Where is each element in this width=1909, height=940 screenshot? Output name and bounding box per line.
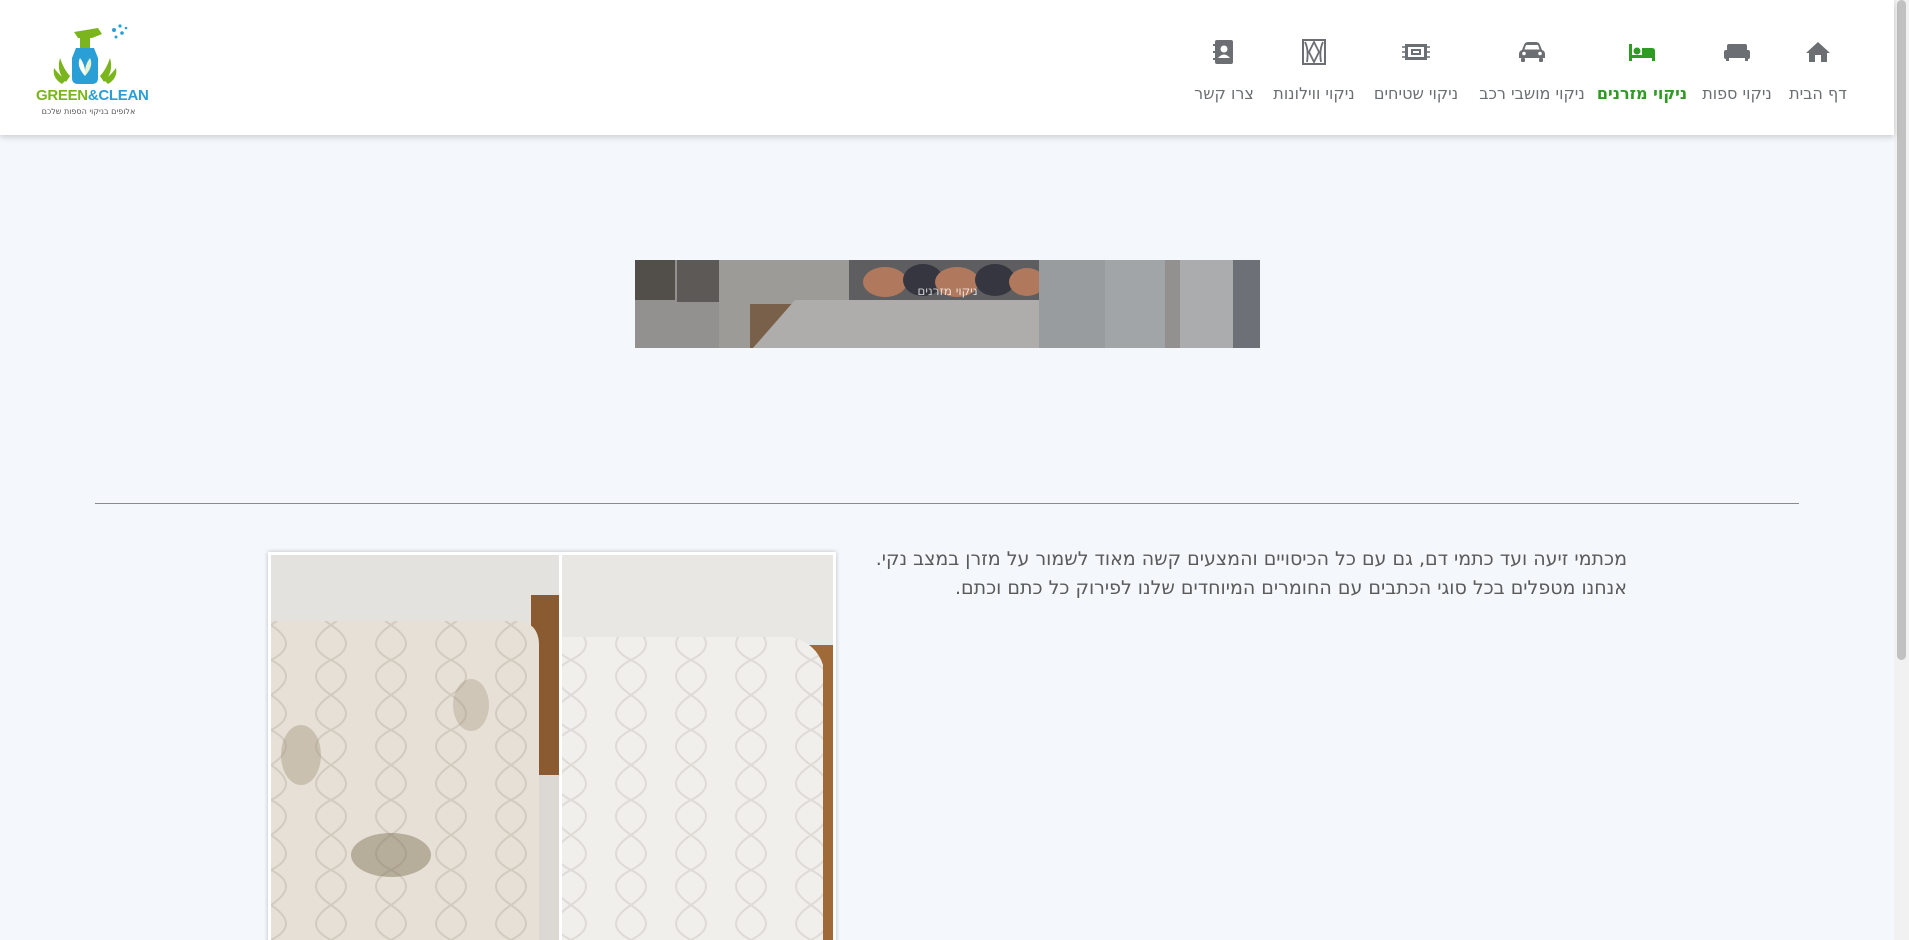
page-scrollbar[interactable] bbox=[1894, 0, 1909, 940]
rug-icon bbox=[1400, 36, 1432, 68]
nav-item-mattress-cleaning[interactable]: ניקוי מזרנים bbox=[1596, 36, 1688, 116]
nav-label-car-seat-cleaning: ניקוי מושבי רכב bbox=[1479, 84, 1585, 103]
service-description: מכתמי זיעה ועד כתמי דם, גם עם כל הכיסויי… bbox=[847, 545, 1627, 603]
nav-label-home: דף הבית bbox=[1789, 84, 1847, 103]
section-divider bbox=[95, 503, 1799, 504]
hero-banner-image: ניקוי מזרנים bbox=[635, 260, 1260, 348]
nav-label-mattress-cleaning: ניקוי מזרנים bbox=[1596, 84, 1688, 103]
nav-item-rug-cleaning[interactable]: ניקוי שטיחים bbox=[1372, 36, 1460, 116]
nav-label-contact: צרו קשר bbox=[1194, 84, 1254, 103]
bedroom-photo bbox=[635, 260, 1260, 348]
main-nav: דף הבית ניקוי ספות ניקוי מזרנים ניקוי מו… bbox=[0, 0, 1894, 135]
nav-item-car-seat-cleaning[interactable]: ניקוי מושבי רכב bbox=[1478, 36, 1586, 116]
nav-item-contact[interactable]: צרו קשר bbox=[1190, 36, 1258, 116]
banner-caption: ניקוי מזרנים bbox=[917, 284, 978, 298]
description-line-2: אנחנו מטפלים בכל סוגי הכתבים עם החומרים … bbox=[955, 577, 1627, 599]
nav-item-curtain-cleaning[interactable]: ניקוי ווילונות bbox=[1270, 36, 1358, 116]
nav-label-sofa-cleaning: ניקוי ספות bbox=[1702, 84, 1772, 103]
contact-book-icon bbox=[1208, 36, 1240, 68]
site-header: GREEN&CLEAN אלופים בניקוי הספות שלכם דף … bbox=[0, 0, 1894, 135]
scrollbar-thumb[interactable] bbox=[1897, 0, 1906, 660]
mattress-before-after-image bbox=[271, 555, 833, 940]
curtain-icon bbox=[1298, 36, 1330, 68]
sofa-icon bbox=[1721, 36, 1753, 68]
nav-item-sofa-cleaning[interactable]: ניקוי ספות bbox=[1696, 36, 1778, 116]
description-line-1: מכתמי זיעה ועד כתמי דם, גם עם כל הכיסויי… bbox=[875, 548, 1627, 570]
nav-label-curtain-cleaning: ניקוי ווילונות bbox=[1273, 84, 1355, 103]
car-icon bbox=[1516, 36, 1548, 68]
home-icon bbox=[1802, 36, 1834, 68]
nav-label-rug-cleaning: ניקוי שטיחים bbox=[1373, 84, 1459, 103]
bed-icon bbox=[1626, 36, 1658, 68]
before-after-photo bbox=[268, 552, 836, 940]
nav-item-home[interactable]: דף הבית bbox=[1788, 36, 1848, 116]
